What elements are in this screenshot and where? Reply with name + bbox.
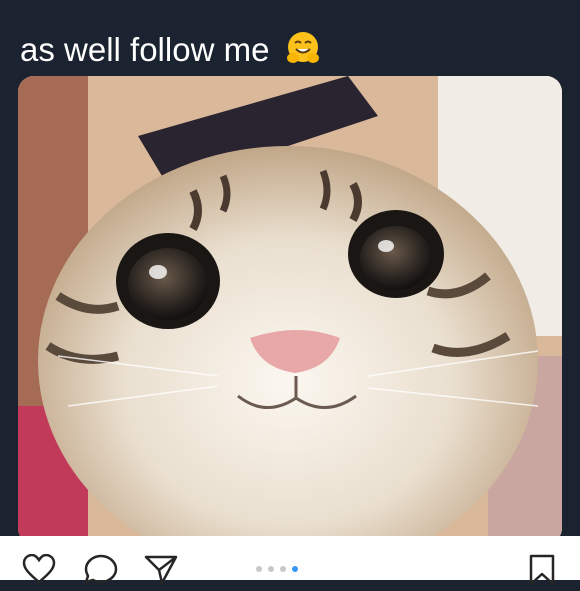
- carousel-dot: [256, 566, 262, 572]
- heart-icon[interactable]: [22, 553, 56, 589]
- comment-icon[interactable]: [84, 554, 118, 589]
- tweet-text: as well follow me: [20, 0, 580, 74]
- post-action-bar: [0, 536, 580, 586]
- hugging-face-emoji-icon: [285, 31, 321, 67]
- carousel-indicator: [256, 566, 298, 572]
- tweet-text-content: as well follow me: [20, 31, 270, 68]
- smiling-cat-photo: [18, 76, 562, 544]
- bookmark-icon[interactable]: [528, 554, 556, 591]
- carousel-dot: [280, 566, 286, 572]
- carousel-dot: [268, 566, 274, 572]
- share-icon[interactable]: [144, 554, 178, 589]
- tweet-line-2: as well follow me: [20, 26, 580, 74]
- carousel-dot-active: [292, 566, 298, 572]
- tweet-media-image[interactable]: [18, 76, 562, 544]
